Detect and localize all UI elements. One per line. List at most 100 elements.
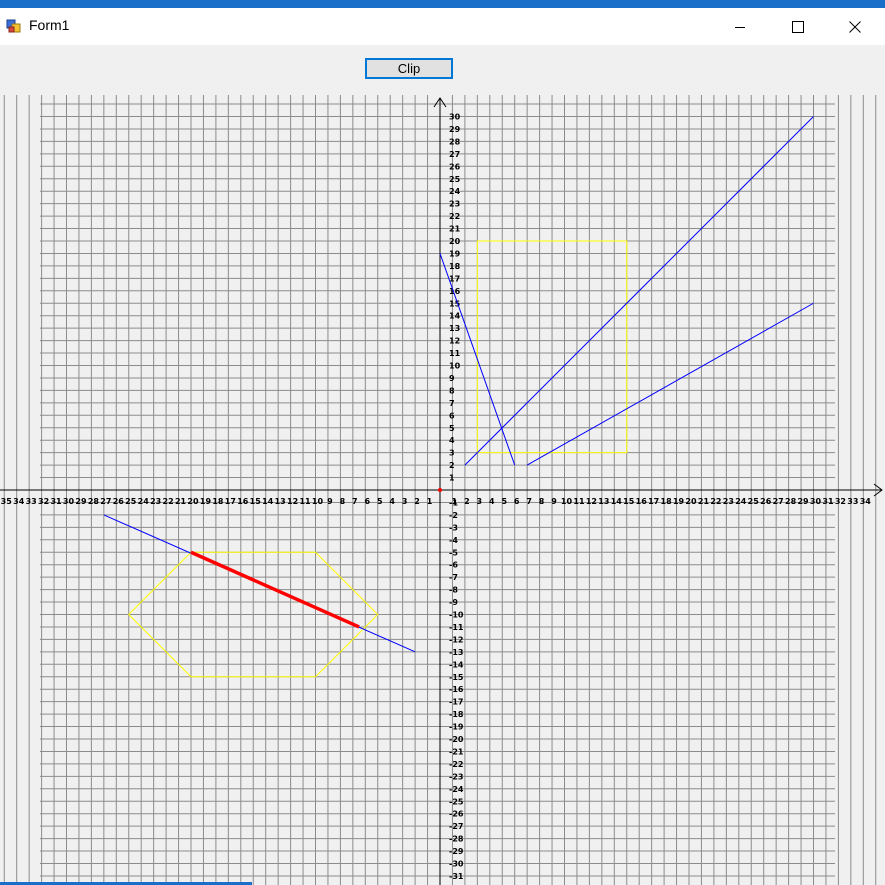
minimize-icon bbox=[735, 26, 745, 28]
x-tick-label: 33 bbox=[26, 497, 37, 506]
y-tick-label: 21 bbox=[449, 225, 461, 234]
x-tick-label: 32 bbox=[38, 497, 49, 506]
x-tick-label: 3 bbox=[477, 497, 483, 506]
y-tick-label: 20 bbox=[449, 237, 461, 246]
clip-button[interactable]: Clip bbox=[365, 58, 453, 79]
y-tick-label: -2 bbox=[449, 511, 458, 520]
y-tick-label: -19 bbox=[449, 723, 464, 732]
x-tick-label: 21 bbox=[175, 497, 187, 506]
x-tick-label: 24 bbox=[735, 497, 747, 506]
y-tick-label: 24 bbox=[449, 187, 461, 196]
maximize-button[interactable] bbox=[769, 8, 827, 45]
x-tick-label: 10 bbox=[561, 497, 573, 506]
x-tick-label: 32 bbox=[835, 497, 846, 506]
y-tick-label: -15 bbox=[449, 673, 464, 682]
y-tick-label: 1 bbox=[449, 474, 455, 483]
x-tick-label: 34 bbox=[860, 497, 872, 506]
y-tick-label: 6 bbox=[449, 411, 455, 420]
x-tick-label: 8 bbox=[340, 497, 346, 506]
y-tick-label: -1 bbox=[449, 498, 458, 507]
window-title: Form1 bbox=[29, 17, 70, 33]
y-tick-label: 13 bbox=[449, 324, 460, 333]
y-tick-label: -16 bbox=[449, 685, 464, 694]
x-tick-label: 6 bbox=[365, 497, 371, 506]
x-tick-label: 12 bbox=[287, 497, 298, 506]
x-tick-label: 25 bbox=[125, 497, 137, 506]
y-tick-label: -6 bbox=[449, 561, 458, 570]
x-tick-label: 31 bbox=[822, 497, 834, 506]
x-tick-label: 15 bbox=[250, 497, 262, 506]
title-bar[interactable]: Form1 bbox=[0, 8, 885, 45]
y-tick-label: 28 bbox=[449, 137, 461, 146]
y-tick-label: 7 bbox=[449, 399, 455, 408]
y-tick-label: 17 bbox=[449, 274, 460, 283]
x-tick-label: 23 bbox=[723, 497, 734, 506]
x-tick-label: 26 bbox=[113, 497, 125, 506]
y-tick-label: -7 bbox=[449, 573, 458, 582]
x-tick-label: 9 bbox=[327, 497, 333, 506]
y-tick-label: -24 bbox=[449, 785, 464, 794]
y-tick-label: 26 bbox=[449, 162, 461, 171]
x-tick-label: 22 bbox=[163, 497, 174, 506]
x-tick-label: 5 bbox=[501, 497, 507, 506]
x-tick-label: 3 bbox=[402, 497, 408, 506]
x-tick-label: 13 bbox=[275, 497, 286, 506]
x-tick-label: 24 bbox=[138, 497, 150, 506]
plot-canvas: 35 34 33 32 31 30 29 28 27 26 25 24 23 22 21 20 19 18 17 16… bbox=[0, 95, 883, 885]
x-tick-label: 14 bbox=[262, 497, 274, 506]
x-tick-label: 28 bbox=[88, 497, 100, 506]
y-tick-label: -27 bbox=[449, 822, 463, 831]
x-tick-label: 18 bbox=[212, 497, 224, 506]
x-tick-label: 27 bbox=[773, 497, 784, 506]
line-segment bbox=[526, 302, 814, 466]
x-tick-label: 12 bbox=[586, 497, 597, 506]
y-tick-label: 12 bbox=[449, 337, 460, 346]
x-tick-label: 9 bbox=[551, 497, 557, 506]
x-tick-label: 7 bbox=[352, 497, 358, 506]
y-tick-label: -26 bbox=[449, 810, 464, 819]
x-tick-label: 29 bbox=[797, 497, 809, 506]
x-tick-label: 6 bbox=[514, 497, 520, 506]
y-tick-label: 9 bbox=[449, 374, 455, 383]
x-tick-label: 14 bbox=[611, 497, 623, 506]
x-tick-label: 23 bbox=[150, 497, 161, 506]
x-tick-label: 16 bbox=[237, 497, 249, 506]
x-tick-label: 35 bbox=[1, 497, 13, 506]
x-tick-label: 2 bbox=[414, 497, 420, 506]
x-tick-label: 21 bbox=[698, 497, 710, 506]
x-tick-label: 11 bbox=[573, 497, 585, 506]
x-tick-label: 8 bbox=[539, 497, 545, 506]
x-tick-label: 33 bbox=[847, 497, 858, 506]
x-tick-label: 13 bbox=[598, 497, 609, 506]
x-tick-label: 1 bbox=[427, 497, 433, 506]
x-tick-label: 20 bbox=[187, 497, 199, 506]
y-tick-label: -22 bbox=[449, 760, 463, 769]
x-tick-label: 25 bbox=[748, 497, 760, 506]
y-tick-label: 27 bbox=[449, 150, 460, 159]
y-tick-label: 3 bbox=[449, 449, 455, 458]
y-tick-label: -3 bbox=[449, 523, 458, 532]
y-tick-label: 18 bbox=[449, 262, 461, 271]
y-tick-label: -31 bbox=[449, 872, 464, 881]
x-tick-label: 30 bbox=[63, 497, 75, 506]
close-icon bbox=[849, 20, 861, 33]
x-tick-label: 2 bbox=[464, 497, 470, 506]
x-tick-label: 10 bbox=[312, 497, 324, 506]
x-tick-label: 17 bbox=[648, 497, 659, 506]
y-tick-label: -23 bbox=[449, 772, 463, 781]
y-tick-label: 19 bbox=[449, 249, 461, 258]
x-tick-label: 19 bbox=[200, 497, 212, 506]
minimize-button[interactable] bbox=[711, 8, 769, 45]
close-button[interactable] bbox=[826, 8, 884, 45]
y-tick-label: 22 bbox=[449, 212, 460, 221]
y-tick-label: 29 bbox=[449, 125, 461, 134]
y-tick-label: -30 bbox=[449, 860, 464, 869]
origin-point bbox=[438, 488, 442, 492]
y-tick-label: -11 bbox=[449, 623, 464, 632]
y-tick-label: 8 bbox=[449, 386, 455, 395]
x-tick-label: 15 bbox=[623, 497, 635, 506]
y-tick-label: -4 bbox=[449, 536, 458, 545]
y-tick-label: -14 bbox=[449, 660, 464, 669]
x-tick-label: 5 bbox=[377, 497, 383, 506]
y-tick-label: -17 bbox=[449, 698, 463, 707]
